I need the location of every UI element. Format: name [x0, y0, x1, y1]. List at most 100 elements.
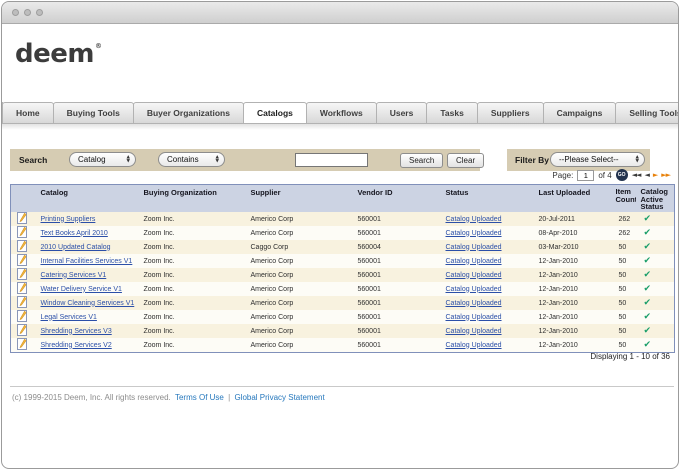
table-row: Shredding Services V2 Zoom Inc. Americo Co… [10, 338, 675, 353]
catalog-link[interactable]: Shredding Services V3 [41, 328, 112, 335]
active-check-icon: ✔ [643, 312, 652, 322]
select-stepper-icon: ▲ ▼ [635, 154, 639, 164]
edit-catalog-icon[interactable] [17, 310, 27, 324]
tab-workflows[interactable]: Workflows [305, 102, 377, 124]
supplier-value: Americo Corp [250, 327, 294, 335]
page-of-label: of 4 [598, 170, 612, 180]
search-field-select-value: Catalog [78, 155, 106, 164]
edit-catalog-icon[interactable] [17, 254, 27, 268]
table-row: Shredding Services V3 Zoom Inc. Americo Co… [10, 324, 675, 338]
last-page-icon[interactable]: ►► [661, 171, 671, 179]
first-page-icon[interactable]: ◄◄ [632, 171, 642, 179]
last-uploaded-value: 20-Jul-2011 [538, 215, 575, 223]
icon-column-header [10, 184, 33, 212]
buying-organization-value: Zoom Inc. [143, 341, 175, 349]
terms-of-use-link[interactable]: Terms Of Use [175, 393, 224, 402]
window-control-dot[interactable] [36, 9, 43, 16]
copyright-text: (c) 1999-2015 Deem, Inc. All rights rese… [12, 393, 171, 402]
status-link[interactable]: Catalog Uploaded [446, 314, 502, 321]
vendor-id-value: 560001 [357, 271, 381, 279]
active-check-icon: ✔ [643, 270, 652, 280]
window-control-dot[interactable] [24, 9, 31, 16]
select-stepper-icon: ▲ ▼ [126, 154, 130, 164]
nav-shadow [2, 124, 678, 130]
vendor-id-value: 560001 [357, 327, 381, 335]
browser-window: deem® Home Buying Tools Buyer Organization… [1, 1, 679, 469]
catalog-link[interactable]: Legal Services V1 [41, 314, 97, 321]
status-link[interactable]: Catalog Uploaded [446, 244, 502, 251]
select-stepper-icon: ▲ ▼ [215, 154, 219, 164]
status-link[interactable]: Catalog Uploaded [446, 216, 502, 223]
search-button[interactable]: Search [400, 153, 444, 168]
previous-page-icon[interactable]: ◄ [644, 171, 649, 179]
vendor-id-value: 560001 [357, 229, 381, 237]
tab-suppliers[interactable]: Suppliers [476, 102, 544, 124]
filter-select[interactable]: --Please Select-- ▲ ▼ [550, 152, 645, 167]
edit-catalog-icon[interactable] [17, 226, 27, 240]
privacy-statement-link[interactable]: Global Privacy Statement [234, 393, 324, 402]
next-page-icon[interactable]: ► [653, 171, 658, 179]
go-button[interactable]: GO [615, 169, 628, 181]
status-link[interactable]: Catalog Uploaded [446, 300, 502, 307]
catalog-link[interactable]: Window Cleaning Services V1 [41, 300, 135, 307]
table-row: Text Books April 2010 Zoom Inc. Americo Co… [10, 226, 675, 240]
catalog-link[interactable]: Water Delivery Service V1 [41, 286, 122, 293]
tab-selling-tools[interactable]: Selling Tools [615, 102, 678, 124]
catalog-link[interactable]: Text Books April 2010 [41, 230, 108, 237]
edit-catalog-icon[interactable] [17, 296, 27, 310]
tab-campaigns[interactable]: Campaigns [542, 102, 617, 124]
edit-catalog-icon[interactable] [17, 268, 27, 282]
tab-home[interactable]: Home [2, 102, 54, 124]
status-link[interactable]: Catalog Uploaded [446, 328, 502, 335]
buying-organization-value: Zoom Inc. [143, 229, 175, 237]
catalog-link[interactable]: Printing Suppliers [41, 216, 96, 223]
search-field-select[interactable]: Catalog ▲ ▼ [69, 152, 136, 167]
supplier-value: Americo Corp [250, 229, 294, 237]
catalog-link[interactable]: Catering Services V1 [41, 272, 107, 279]
edit-catalog-icon[interactable] [17, 282, 27, 296]
catalog-link[interactable]: Internal Facilities Services V1 [41, 258, 133, 265]
vendor-id-value: 560001 [357, 313, 381, 321]
edit-catalog-icon[interactable] [17, 324, 27, 338]
footer-divider [10, 386, 674, 387]
status-link[interactable]: Catalog Uploaded [446, 258, 502, 265]
buying-organization-value: Zoom Inc. [143, 285, 175, 293]
status-link[interactable]: Catalog Uploaded [446, 286, 502, 293]
vendor-id-value: 560001 [357, 215, 381, 223]
buying-organization-value: Zoom Inc. [143, 215, 175, 223]
table-row: Window Cleaning Services V1 Zoom Inc. Amer… [10, 296, 675, 310]
tab-users[interactable]: Users [375, 102, 428, 124]
item-count-value: 262 [618, 229, 631, 237]
last-uploaded-value: 12-Jan-2010 [538, 271, 578, 279]
catalog-link[interactable]: 2010 Updated Catalog [41, 244, 111, 251]
column-header-status: Status [437, 184, 531, 212]
status-link[interactable]: Catalog Uploaded [446, 342, 502, 349]
search-label: Search [19, 155, 48, 165]
edit-catalog-icon[interactable] [17, 212, 27, 226]
tab-tasks[interactable]: Tasks [426, 102, 478, 124]
catalog-link[interactable]: Shredding Services V2 [41, 342, 112, 349]
edit-catalog-icon[interactable] [17, 240, 27, 254]
table-row: Water Delivery Service V1 Zoom Inc. Americ… [10, 282, 675, 296]
edit-catalog-icon[interactable] [17, 338, 27, 352]
supplier-value: Americo Corp [250, 313, 294, 321]
window-control-dot[interactable] [12, 9, 19, 16]
status-link[interactable]: Catalog Uploaded [446, 272, 502, 279]
clear-button[interactable]: Clear [447, 153, 485, 168]
tab-buying-tools[interactable]: Buying Tools [52, 102, 134, 124]
table-row: 2010 Updated Catalog Zoom Inc. Caggo Corp 5… [10, 240, 675, 254]
buying-organization-value: Zoom Inc. [143, 257, 175, 265]
tab-buyer-organizations[interactable]: Buyer Organizations [132, 102, 244, 124]
search-operator-select[interactable]: Contains ▲ ▼ [158, 152, 225, 167]
status-link[interactable]: Catalog Uploaded [446, 230, 502, 237]
search-input[interactable] [295, 153, 368, 167]
vendor-id-value: 560001 [357, 299, 381, 307]
supplier-value: Americo Corp [250, 341, 294, 349]
last-uploaded-value: 08-Apr-2010 [538, 229, 578, 237]
buying-organization-value: Zoom Inc. [143, 299, 175, 307]
tab-catalogs[interactable]: Catalogs [242, 102, 307, 124]
active-check-icon: ✔ [643, 214, 652, 224]
last-uploaded-value: 12-Jan-2010 [538, 299, 578, 307]
page-number-input[interactable] [577, 169, 595, 181]
vendor-id-value: 560001 [357, 285, 381, 293]
